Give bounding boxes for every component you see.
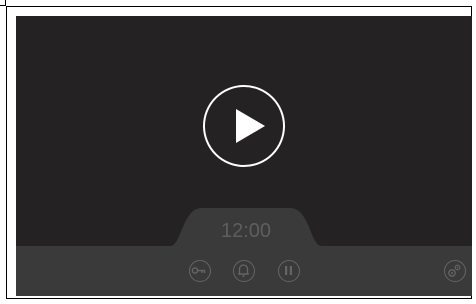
bell-icon xyxy=(238,264,249,277)
settings-button[interactable] xyxy=(444,260,466,282)
play-button[interactable] xyxy=(203,85,285,167)
bell-button[interactable] xyxy=(233,260,255,282)
pause-icon xyxy=(285,266,292,275)
time-display: 12:00 xyxy=(220,220,272,242)
gears-icon xyxy=(448,264,461,277)
key-icon xyxy=(191,267,206,274)
door-open-button[interactable] xyxy=(189,260,211,282)
pause-button[interactable] xyxy=(278,260,300,282)
play-icon xyxy=(236,109,265,143)
